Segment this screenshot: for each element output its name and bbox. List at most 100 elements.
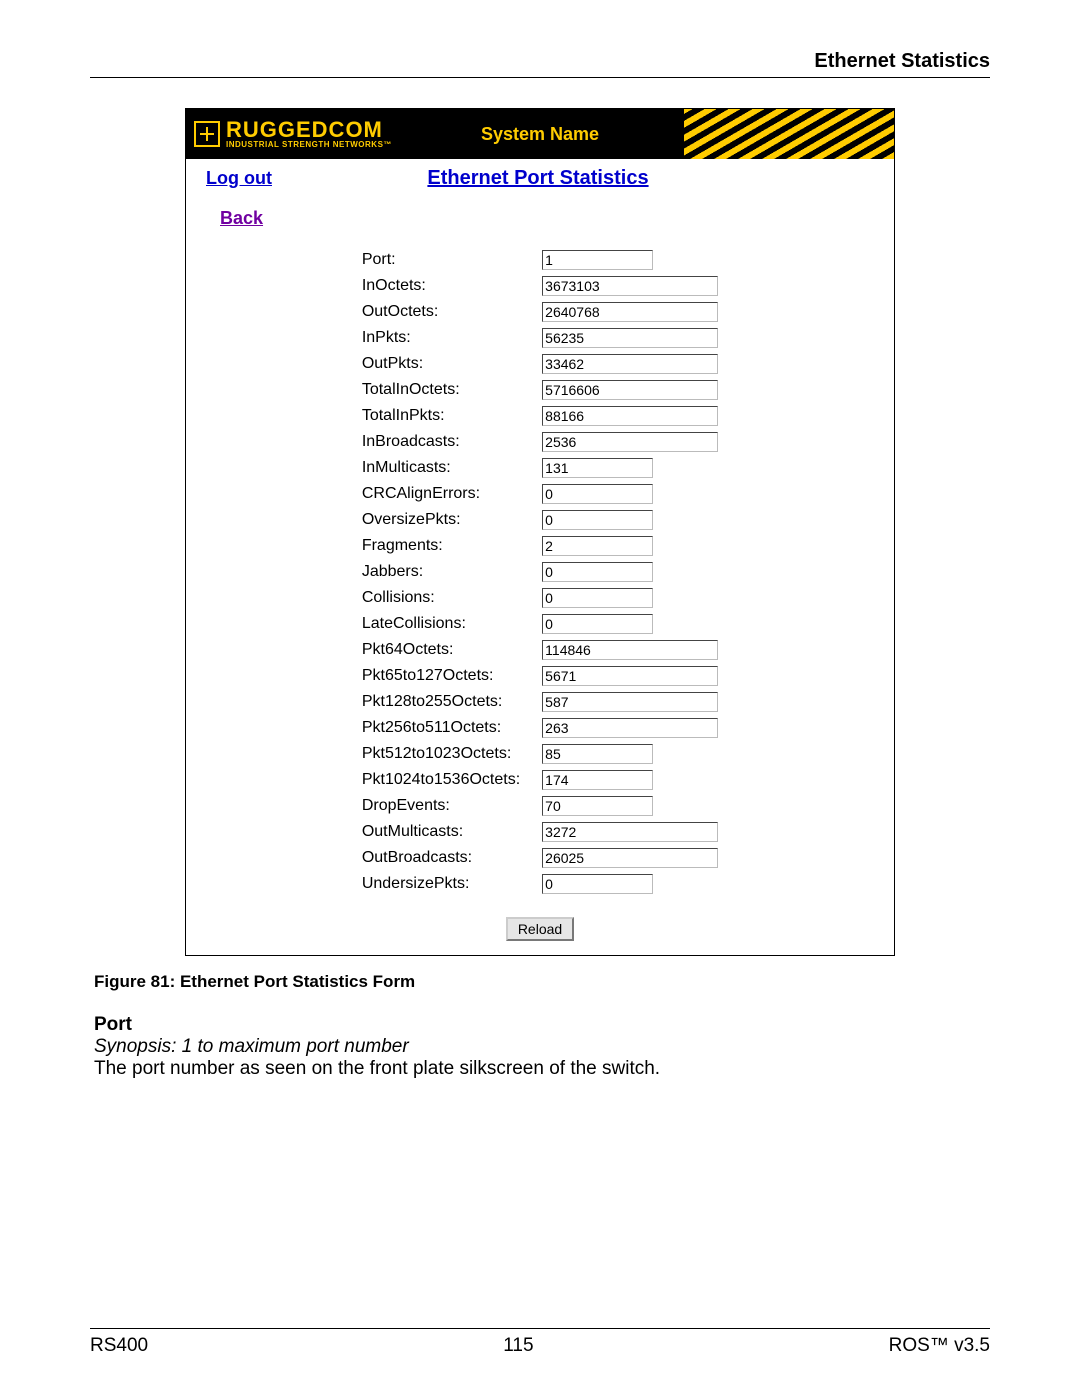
stats-input[interactable] xyxy=(542,432,718,452)
stats-value-cell xyxy=(538,767,722,793)
stats-value-cell xyxy=(538,819,722,845)
stats-label: InMulticasts: xyxy=(358,455,538,481)
stats-label: OversizePkts: xyxy=(358,507,538,533)
stats-input[interactable] xyxy=(542,250,653,270)
page-footer: RS400 115 ROS™ v3.5 xyxy=(90,1328,990,1357)
stats-row: UndersizePkts: xyxy=(358,871,722,897)
entry-synopsis: Synopsis: 1 to maximum port number xyxy=(94,1036,990,1058)
stats-label: TotalInPkts: xyxy=(358,403,538,429)
stats-table: Port:InOctets:OutOctets:InPkts:OutPkts:T… xyxy=(358,247,722,897)
stats-label: Port: xyxy=(358,247,538,273)
stats-row: TotalInOctets: xyxy=(358,377,722,403)
stats-row: OutBroadcasts: xyxy=(358,845,722,871)
brand-text: RUGGEDCOM INDUSTRIAL STRENGTH NETWORKS™ xyxy=(226,119,392,149)
stats-value-cell xyxy=(538,377,722,403)
brand-block: RUGGEDCOM INDUSTRIAL STRENGTH NETWORKS™ xyxy=(186,119,392,149)
stats-value-cell xyxy=(538,871,722,897)
stats-row: Port: xyxy=(358,247,722,273)
stats-input[interactable] xyxy=(542,640,718,660)
stats-input[interactable] xyxy=(542,848,718,868)
stats-row: Pkt64Octets: xyxy=(358,637,722,663)
stats-input[interactable] xyxy=(542,718,718,738)
footer-center: 115 xyxy=(503,1335,533,1357)
stats-label: Pkt512to1023Octets: xyxy=(358,741,538,767)
stats-label: Pkt1024to1536Octets: xyxy=(358,767,538,793)
stats-row: OversizePkts: xyxy=(358,507,722,533)
stats-row: Pkt128to255Octets: xyxy=(358,689,722,715)
stats-input[interactable] xyxy=(542,510,653,530)
stats-row: Pkt1024to1536Octets: xyxy=(358,767,722,793)
entry-title: Port xyxy=(94,1014,990,1036)
stats-label: Pkt128to255Octets: xyxy=(358,689,538,715)
stats-input[interactable] xyxy=(542,302,718,322)
stats-input[interactable] xyxy=(542,614,653,634)
stats-input[interactable] xyxy=(542,380,718,400)
stats-value-cell xyxy=(538,455,722,481)
stats-label: UndersizePkts: xyxy=(358,871,538,897)
stats-row: CRCAlignErrors: xyxy=(358,481,722,507)
stats-value-cell xyxy=(538,403,722,429)
stats-input[interactable] xyxy=(542,276,718,296)
stats-value-cell xyxy=(538,663,722,689)
stats-label: Collisions: xyxy=(358,585,538,611)
stats-label: CRCAlignErrors: xyxy=(358,481,538,507)
stats-value-cell xyxy=(538,793,722,819)
stats-label: Jabbers: xyxy=(358,559,538,585)
stats-value-cell xyxy=(538,741,722,767)
app-header: RUGGEDCOM INDUSTRIAL STRENGTH NETWORKS™ … xyxy=(186,109,894,159)
brand-name: RUGGEDCOM xyxy=(226,119,392,141)
stats-row: OutOctets: xyxy=(358,299,722,325)
screenshot-panel: RUGGEDCOM INDUSTRIAL STRENGTH NETWORKS™ … xyxy=(185,108,895,956)
reload-button[interactable]: Reload xyxy=(506,917,574,941)
stats-input[interactable] xyxy=(542,666,718,686)
stats-input[interactable] xyxy=(542,770,653,790)
stats-value-cell xyxy=(538,533,722,559)
footer-right: ROS™ v3.5 xyxy=(889,1335,990,1357)
stats-row: InMulticasts: xyxy=(358,455,722,481)
stats-input[interactable] xyxy=(542,796,653,816)
stats-row: Pkt512to1023Octets: xyxy=(358,741,722,767)
footer-left: RS400 xyxy=(90,1335,148,1357)
stats-input[interactable] xyxy=(542,588,653,608)
stats-row: DropEvents: xyxy=(358,793,722,819)
stats-label: InOctets: xyxy=(358,273,538,299)
stats-label: OutMulticasts: xyxy=(358,819,538,845)
page-title: Ethernet Port Statistics xyxy=(202,167,874,190)
stats-label: Pkt256to511Octets: xyxy=(358,715,538,741)
stats-input[interactable] xyxy=(542,562,653,582)
stats-label: TotalInOctets: xyxy=(358,377,538,403)
back-link[interactable]: Back xyxy=(220,208,263,229)
footer-rule xyxy=(90,1328,990,1329)
stats-row: TotalInPkts: xyxy=(358,403,722,429)
stats-label: Pkt65to127Octets: xyxy=(358,663,538,689)
system-name: System Name xyxy=(481,124,599,145)
stats-value-cell xyxy=(538,507,722,533)
stats-input[interactable] xyxy=(542,692,718,712)
stats-value-cell xyxy=(538,299,722,325)
stats-row: OutMulticasts: xyxy=(358,819,722,845)
stats-label: DropEvents: xyxy=(358,793,538,819)
stats-input[interactable] xyxy=(542,874,653,894)
stats-label: InPkts: xyxy=(358,325,538,351)
stats-value-cell xyxy=(538,845,722,871)
brand-tagline: INDUSTRIAL STRENGTH NETWORKS™ xyxy=(226,141,392,149)
stats-row: InOctets: xyxy=(358,273,722,299)
stats-label: Fragments: xyxy=(358,533,538,559)
stats-row: Jabbers: xyxy=(358,559,722,585)
stats-value-cell xyxy=(538,351,722,377)
stats-input[interactable] xyxy=(542,328,718,348)
stats-input[interactable] xyxy=(542,536,653,556)
stats-value-cell xyxy=(538,325,722,351)
stats-value-cell xyxy=(538,689,722,715)
stats-label: OutPkts: xyxy=(358,351,538,377)
stats-input[interactable] xyxy=(542,406,718,426)
stats-input[interactable] xyxy=(542,822,718,842)
stats-input[interactable] xyxy=(542,744,653,764)
stats-value-cell xyxy=(538,637,722,663)
stats-row: InBroadcasts: xyxy=(358,429,722,455)
stats-input[interactable] xyxy=(542,354,718,374)
stats-input[interactable] xyxy=(542,458,653,478)
stats-input[interactable] xyxy=(542,484,653,504)
entry-description: The port number as seen on the front pla… xyxy=(94,1058,990,1080)
stats-row: LateCollisions: xyxy=(358,611,722,637)
